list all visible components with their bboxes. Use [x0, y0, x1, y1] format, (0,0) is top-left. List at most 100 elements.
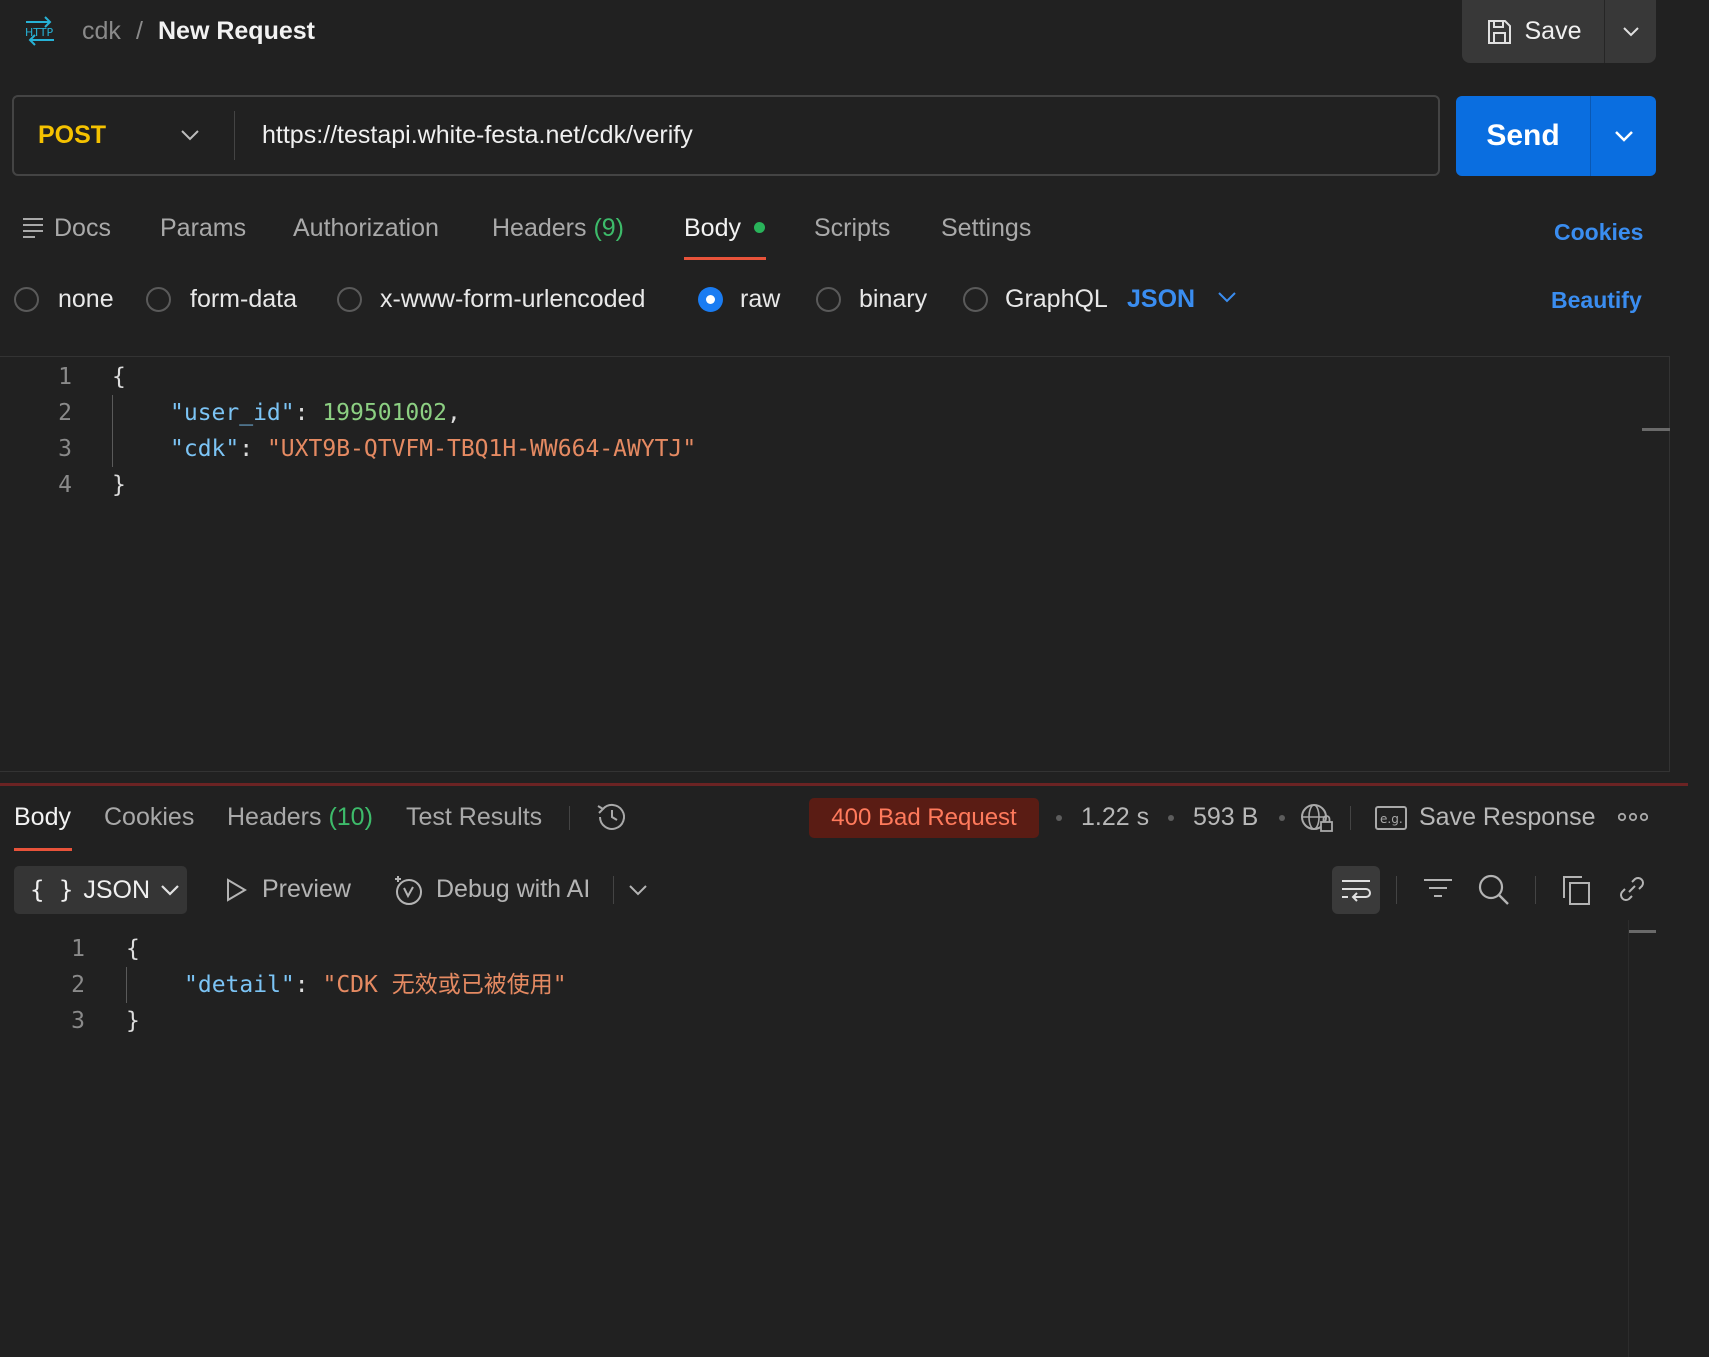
divider	[234, 111, 235, 160]
json-key: "user_id"	[170, 400, 295, 426]
json-key: "detail"	[184, 972, 295, 998]
radio-binary[interactable]	[816, 287, 841, 312]
wrap-lines-icon	[1340, 877, 1372, 903]
save-response-button[interactable]: Save Response	[1419, 800, 1596, 834]
line-number: 4	[58, 472, 72, 498]
radio-form-data-label[interactable]: form-data	[190, 283, 297, 315]
response-tab-body[interactable]: Body	[14, 800, 71, 834]
response-format-select[interactable]: { } JSON	[14, 866, 187, 914]
method-select[interactable]: POST	[38, 97, 106, 174]
json-comma: ,	[446, 400, 461, 426]
radio-none[interactable]	[14, 287, 39, 312]
language-select[interactable]: JSON	[1127, 283, 1195, 315]
json-line: "detail": "CDK 无效或已被使用"	[184, 967, 567, 1003]
save-label: Save	[1524, 17, 1582, 45]
url-input[interactable]: https://testapi.white-festa.net/cdk/veri…	[262, 97, 693, 174]
tab-authorization[interactable]: Authorization	[293, 212, 439, 244]
separator-dot	[1056, 815, 1062, 821]
preview-button[interactable]: Preview	[262, 872, 351, 906]
radio-graphql[interactable]	[963, 287, 988, 312]
svg-text:e.g.: e.g.	[1380, 812, 1403, 826]
ai-debug-icon[interactable]	[392, 873, 426, 907]
line-number: 2	[71, 972, 85, 998]
json-number: 199501002	[322, 400, 447, 426]
editor-scrollbar[interactable]	[1642, 428, 1670, 431]
radio-binary-label[interactable]: binary	[859, 283, 927, 315]
line-number: 3	[58, 436, 72, 462]
save-icon	[1485, 18, 1513, 46]
tab-headers[interactable]: Headers (9)	[492, 212, 624, 244]
url-bar: POST https://testapi.white-festa.net/cdk…	[12, 95, 1440, 176]
response-size[interactable]: 593 B	[1193, 800, 1258, 834]
json-string: "CDK 无效或已被使用"	[322, 972, 567, 998]
status-badge[interactable]: 400 Bad Request	[809, 798, 1039, 838]
tab-docs[interactable]: Docs	[54, 212, 111, 244]
chevron-down-icon	[160, 883, 180, 897]
divider	[1350, 806, 1351, 830]
response-tab-cookies[interactable]: Cookies	[104, 800, 194, 834]
beautify-button[interactable]: Beautify	[1551, 284, 1642, 316]
separator-dot	[1279, 815, 1285, 821]
send-button[interactable]: Send	[1456, 96, 1591, 176]
request-title[interactable]: New Request	[158, 14, 315, 48]
radio-raw-label[interactable]: raw	[740, 283, 780, 315]
json-colon: :	[294, 400, 323, 426]
json-colon: :	[239, 436, 267, 462]
save-options-button[interactable]	[1605, 0, 1656, 63]
send-options-button[interactable]	[1591, 96, 1656, 176]
radio-raw[interactable]	[698, 287, 723, 312]
json-brace: }	[126, 1008, 140, 1034]
breadcrumb-collection[interactable]: cdk	[82, 14, 121, 48]
chevron-down-icon[interactable]	[180, 123, 200, 147]
body-modified-dot	[754, 222, 765, 233]
radio-graphql-label[interactable]: GraphQL	[1005, 283, 1108, 315]
json-brace: {	[112, 364, 126, 390]
cookies-link[interactable]: Cookies	[1554, 216, 1643, 248]
breadcrumb-separator: /	[136, 17, 143, 45]
link-icon[interactable]	[1616, 873, 1648, 905]
chevron-down-icon[interactable]	[1217, 290, 1237, 304]
json-string: "UXT9B-QTVFM-TBQ1H-WW664-AWYTJ"	[266, 436, 697, 462]
save-button[interactable]: Save	[1462, 0, 1605, 63]
tab-settings[interactable]: Settings	[941, 212, 1031, 244]
response-scrollbar[interactable]	[1628, 930, 1656, 933]
history-icon[interactable]	[594, 801, 628, 833]
response-tab-headers[interactable]: Headers (10)	[227, 800, 373, 834]
chevron-down-icon	[1622, 26, 1640, 38]
tab-scripts[interactable]: Scripts	[814, 212, 890, 244]
radio-urlencoded[interactable]	[337, 287, 362, 312]
search-icon[interactable]	[1477, 873, 1511, 907]
line-number: 1	[58, 364, 72, 390]
divider	[1396, 876, 1397, 904]
response-tab-test-results[interactable]: Test Results	[406, 800, 542, 834]
divider	[613, 876, 614, 904]
response-time[interactable]: 1.22 s	[1081, 800, 1149, 834]
radio-form-data[interactable]	[146, 287, 171, 312]
tab-headers-label: Headers	[492, 214, 587, 242]
radio-urlencoded-label[interactable]: x-www-form-urlencoded	[380, 283, 645, 315]
more-options-icon[interactable]	[1618, 811, 1648, 823]
word-wrap-button[interactable]	[1332, 866, 1380, 914]
active-tab-indicator	[14, 848, 72, 851]
response-format-label: JSON	[83, 875, 151, 904]
http-request-icon: HTTP	[22, 14, 58, 48]
filter-icon[interactable]	[1422, 876, 1454, 904]
pane-divider[interactable]	[0, 783, 1688, 786]
play-icon[interactable]	[224, 877, 248, 903]
http-logo-text: HTTP	[25, 26, 54, 39]
example-icon: e.g.	[1374, 804, 1408, 832]
debug-with-ai-button[interactable]: Debug with AI	[436, 872, 590, 906]
tab-body[interactable]: Body	[684, 212, 741, 244]
send-button-group: Send	[1456, 96, 1656, 176]
radio-none-label[interactable]: none	[58, 283, 114, 315]
line-number: 1	[71, 936, 85, 962]
method-label: POST	[38, 121, 107, 149]
network-globe-lock-icon[interactable]	[1300, 802, 1334, 834]
json-line: "cdk": "UXT9B-QTVFM-TBQ1H-WW664-AWYTJ"	[170, 431, 696, 467]
divider	[1535, 876, 1536, 904]
tab-params[interactable]: Params	[160, 212, 246, 244]
copy-icon[interactable]	[1561, 874, 1591, 906]
chevron-down-icon[interactable]	[628, 883, 648, 897]
json-colon: :	[294, 972, 323, 998]
json-brace: {	[126, 936, 140, 962]
